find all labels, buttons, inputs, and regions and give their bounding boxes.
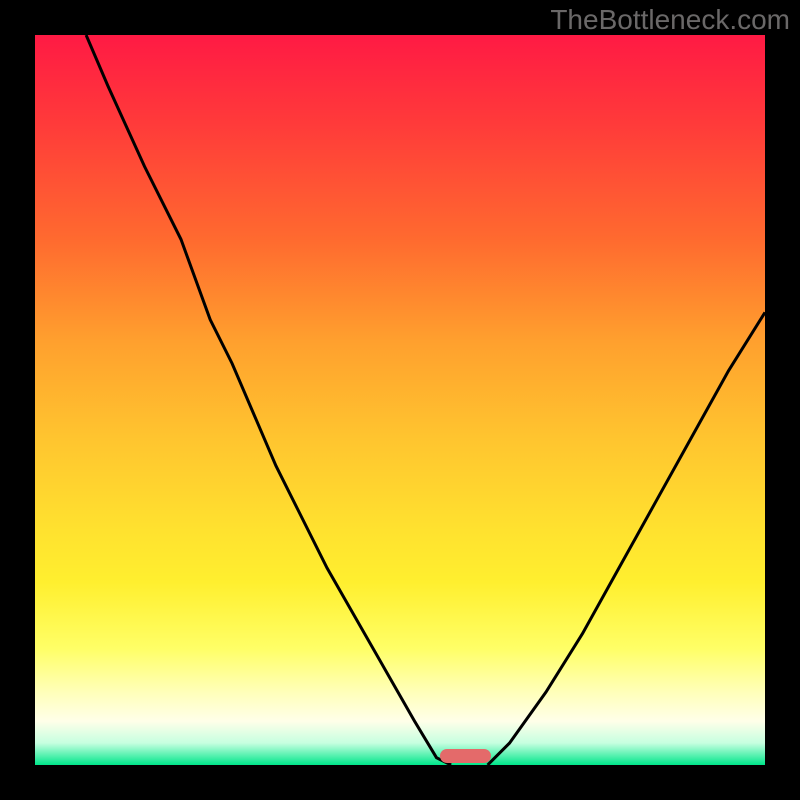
chart-frame: TheBottleneck.com <box>0 0 800 800</box>
optimal-zone-marker <box>440 749 491 763</box>
right-curve-path <box>488 312 765 765</box>
bottleneck-curves <box>35 35 765 765</box>
watermark-text: TheBottleneck.com <box>550 4 790 36</box>
left-curve-path <box>86 35 451 765</box>
plot-area <box>35 35 765 765</box>
